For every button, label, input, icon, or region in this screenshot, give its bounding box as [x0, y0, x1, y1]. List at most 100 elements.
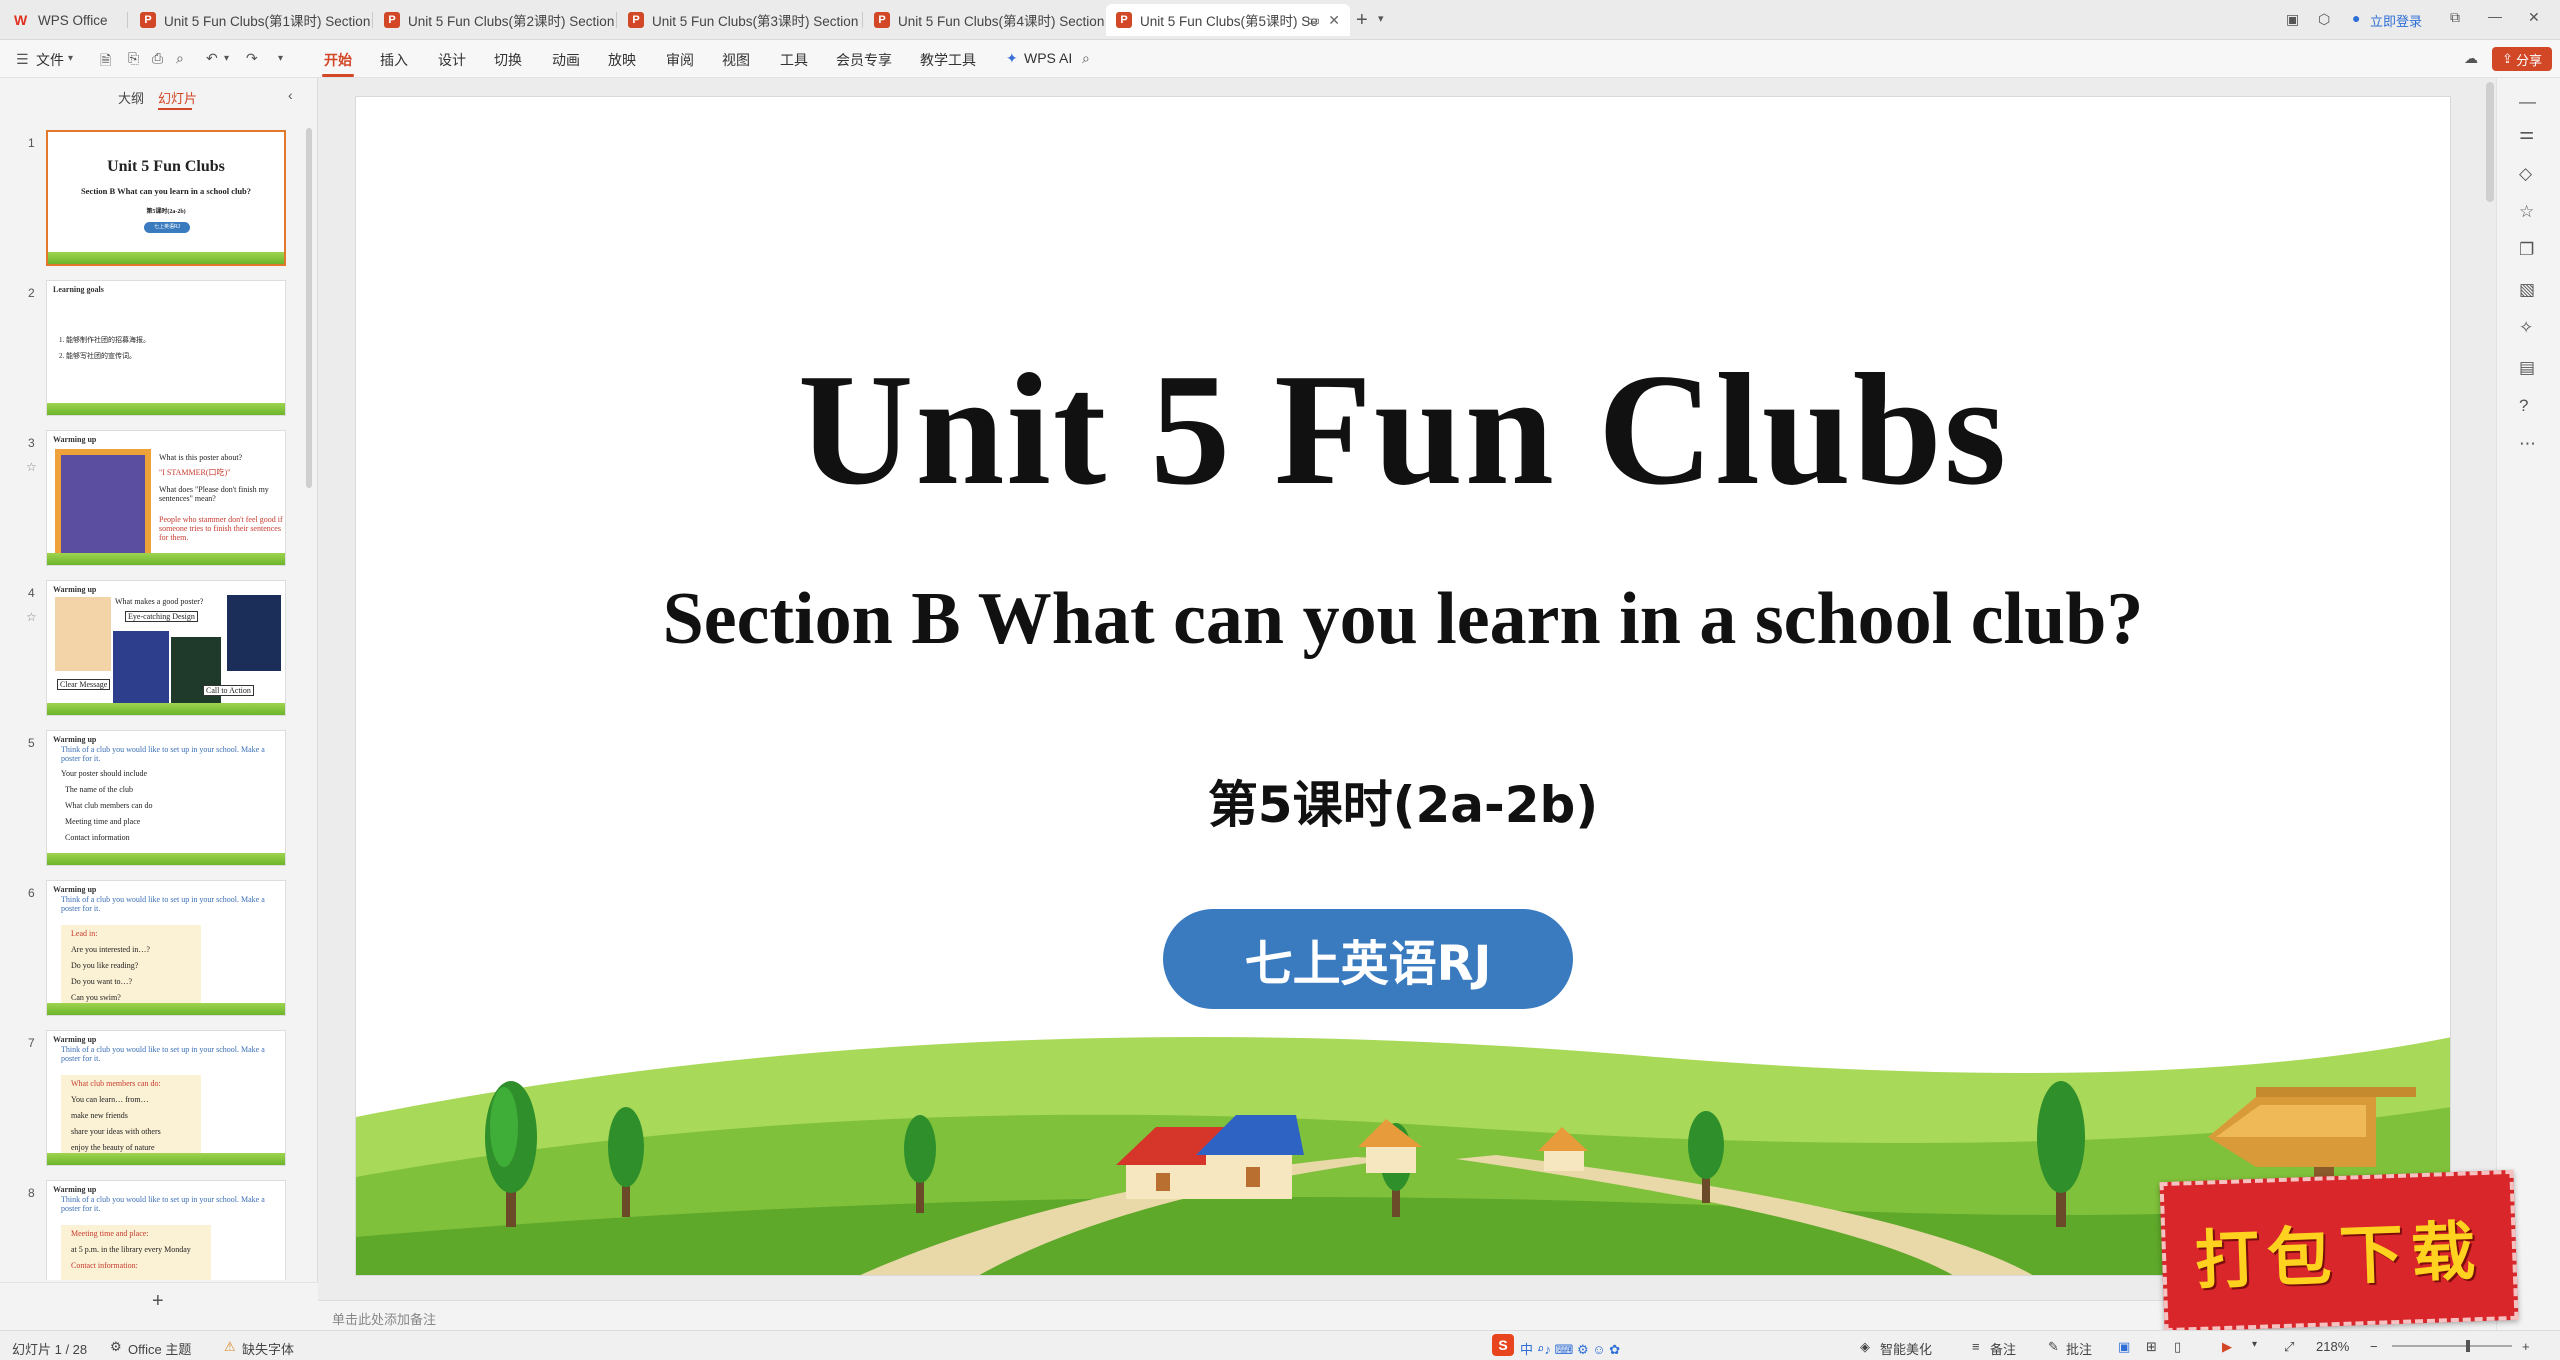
preview-icon[interactable]: ⌕ [176, 50, 184, 67]
poster-image [55, 449, 151, 559]
chevron-down-icon[interactable]: ▾ [68, 53, 73, 64]
minus-icon[interactable]: — [2519, 92, 2536, 112]
menu-transitions[interactable]: 切换 [494, 50, 522, 70]
zoom-out-icon[interactable]: − [2370, 1339, 2378, 1354]
download-promo-stamp[interactable]: 打包下载 [2159, 1169, 2519, 1333]
tab-document[interactable]: P Unit 5 Fun Clubs(第4课时) Section [864, 4, 1104, 36]
tab-document[interactable]: P Unit 5 Fun Clubs(第2课时) Section [374, 4, 614, 36]
tab-wps-home[interactable]: W WPS Office [4, 4, 124, 36]
active-tab-indicator [322, 74, 354, 77]
tab-label: Unit 5 Fun Clubs(第5课时) Se [1140, 14, 1318, 29]
slide-thumbnail-5[interactable]: Warming up Think of a club you would lik… [46, 730, 286, 866]
chevron-down-icon[interactable]: ▾ [224, 53, 229, 64]
undo-icon[interactable]: ↶ [206, 50, 218, 67]
restore-window-icon[interactable]: ⧉ [2450, 9, 2460, 26]
slide-1[interactable]: Unit 5 Fun Clubs Section B What can you … [355, 96, 2451, 1276]
slide-title[interactable]: Unit 5 Fun Clubs [356, 337, 2450, 522]
image-icon[interactable]: ▧ [2519, 280, 2535, 300]
menu-view[interactable]: 视图 [722, 50, 750, 70]
zoom-in-icon[interactable]: + [2522, 1339, 2530, 1354]
slide-lesson-label[interactable]: 第5课时(2a-2b) [356, 765, 2450, 837]
thumb-grass [47, 1153, 285, 1165]
hamburger-icon[interactable]: ☰ [16, 51, 29, 68]
menu-insert[interactable]: 插入 [380, 50, 408, 70]
chevron-down-icon[interactable]: ▾ [278, 53, 283, 64]
chevron-down-icon[interactable]: ▾ [2252, 1339, 2257, 1350]
add-slide-button[interactable]: + [152, 1290, 164, 1313]
shape-icon[interactable]: ◇ [2519, 164, 2532, 184]
cloud-icon[interactable]: ☁ [2464, 50, 2478, 67]
save-icon[interactable]: 🗎 [100, 50, 111, 74]
chevron-down-icon[interactable]: ▾ [1378, 12, 1384, 25]
menu-review[interactable]: 审阅 [666, 50, 694, 70]
slide-subtitle[interactable]: Section B What can you learn in a school… [356, 577, 2450, 662]
zoom-slider-thumb[interactable] [2466, 1340, 2470, 1352]
theme-label[interactable]: Office 主题 [128, 1339, 191, 1358]
ime-tray-icons[interactable]: 中 ·ͦ ♪ ⌨ ⚙ ☺ ✿ [1520, 1339, 1620, 1358]
redo-icon[interactable]: ↷ [246, 50, 258, 67]
collapse-panel-icon[interactable]: ‹ [288, 87, 293, 103]
minimize-icon[interactable]: — [2488, 8, 2502, 24]
scrollbar[interactable] [2486, 82, 2494, 202]
smart-beautify-button[interactable]: 智能美化 [1880, 1339, 1932, 1358]
scrollbar[interactable] [306, 128, 312, 488]
magic-icon[interactable]: ✧ [2519, 318, 2533, 338]
tab-document-active[interactable]: P Unit 5 Fun Clubs(第5课时) Se ▭ ✕ [1106, 4, 1350, 36]
menu-tools[interactable]: 工具 [780, 50, 808, 70]
menu-teaching-tools[interactable]: 教学工具 [920, 50, 976, 70]
export-icon[interactable]: ⎘ [128, 50, 139, 67]
login-link[interactable]: 立即登录 [2370, 11, 2422, 30]
zoom-level[interactable]: 218% [2316, 1339, 2349, 1354]
close-window-icon[interactable]: ✕ [2528, 9, 2540, 26]
menu-home[interactable]: 开始 [324, 50, 352, 70]
new-tab-button[interactable]: + [1356, 9, 1368, 32]
menu-wps-ai[interactable]: WPS AI [1024, 50, 1072, 66]
search-icon[interactable]: ⌕ [1082, 50, 1090, 67]
close-icon[interactable]: ✕ [1328, 12, 1340, 29]
slide-thumbnail-3[interactable]: Warming up What is this poster about? "I… [46, 430, 286, 566]
missing-font-label[interactable]: 缺失字体 [242, 1339, 294, 1358]
thumb-subtitle: Section B What can you learn in a school… [80, 186, 252, 196]
cube-icon[interactable]: ⬡ [2318, 11, 2330, 28]
grid-view-icon[interactable]: ⊞ [2146, 1339, 2157, 1355]
copy-icon[interactable]: ❐ [2519, 240, 2534, 260]
star-icon[interactable]: ☆ [26, 460, 37, 474]
reading-view-icon[interactable]: ▯ [2174, 1339, 2181, 1355]
share-button[interactable]: ⇪ 分享 [2492, 47, 2552, 71]
slide-thumbnail-8[interactable]: Warming up Think of a club you would lik… [46, 1180, 286, 1280]
menu-slideshow[interactable]: 放映 [608, 50, 636, 70]
print-icon[interactable]: ⎙ [152, 50, 163, 67]
slide-thumbnail-2[interactable]: Learning goals 1. 能够制作社团的招募海报。 2. 能够写社团的… [46, 280, 286, 416]
comments-button[interactable]: 批注 [2066, 1339, 2092, 1358]
star-icon[interactable]: ☆ [2519, 202, 2534, 222]
sogou-ime-icon[interactable]: S [1492, 1334, 1514, 1356]
star-icon[interactable]: ☆ [26, 610, 37, 624]
tab-document[interactable]: P Unit 5 Fun Clubs(第3课时) Section [618, 4, 858, 36]
poster-image [227, 595, 281, 671]
slide-thumbnail-4[interactable]: Warming up What makes a good poster? Eye… [46, 580, 286, 716]
adjust-icon[interactable]: ⚌ [2519, 124, 2534, 144]
slide-grade-badge[interactable]: 七上英语RJ [1163, 909, 1573, 1009]
notes-button[interactable]: 备注 [1990, 1339, 2016, 1358]
thumb-heading: Learning goals [53, 285, 104, 294]
tab-document[interactable]: P Unit 5 Fun Clubs(第1课时) Section [130, 4, 370, 36]
menu-file[interactable]: 文件 [36, 50, 64, 70]
menu-animations[interactable]: 动画 [552, 50, 580, 70]
slide-thumbnail-6[interactable]: Warming up Think of a club you would lik… [46, 880, 286, 1016]
slide-thumbnail-1[interactable]: Unit 5 Fun Clubs Section B What can you … [46, 130, 286, 266]
help-icon[interactable]: ? [2519, 396, 2528, 416]
menu-member[interactable]: 会员专享 [836, 50, 892, 70]
normal-view-icon[interactable]: ▣ [2118, 1339, 2130, 1355]
thumb-heading: Warming up [53, 885, 97, 894]
more-icon[interactable]: ⋯ [2519, 434, 2536, 454]
play-icon[interactable]: ▶ [2222, 1339, 2232, 1355]
monitor-icon: ▭ [1306, 12, 1320, 28]
tab-slides[interactable]: 幻灯片 [158, 88, 197, 107]
slide-thumbnail-7[interactable]: Warming up Think of a club you would lik… [46, 1030, 286, 1166]
tab-outline[interactable]: 大纲 [118, 88, 144, 107]
menu-design[interactable]: 设计 [438, 50, 466, 70]
window-layout-icon[interactable]: ▣ [2286, 11, 2299, 28]
document-icon[interactable]: ▤ [2519, 358, 2535, 378]
fit-icon[interactable]: ⤢ [2284, 1339, 2294, 1355]
zoom-slider[interactable] [2392, 1340, 2512, 1352]
